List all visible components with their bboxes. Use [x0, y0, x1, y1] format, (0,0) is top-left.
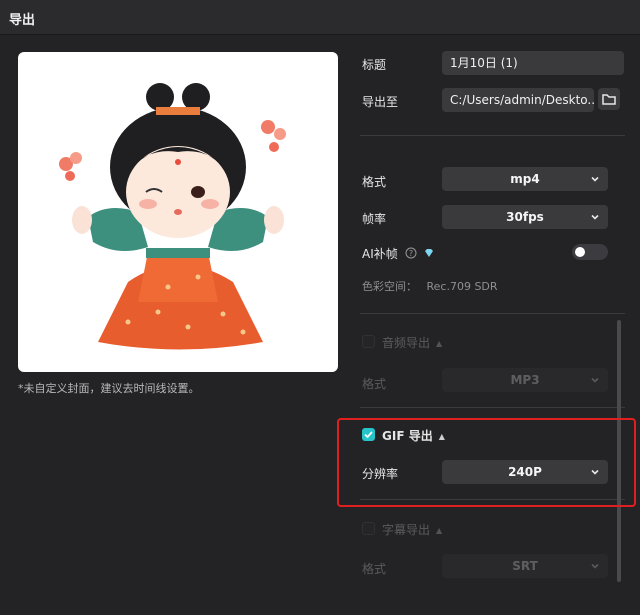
- color-space-label: 色彩空间：: [362, 280, 417, 293]
- format-select-value: mp4: [510, 172, 540, 186]
- subtitle-format-select[interactable]: SRT: [442, 554, 608, 578]
- color-space-value: Rec.709 SDR: [426, 280, 498, 293]
- subtitle-export-label: 字幕导出 ▲: [382, 521, 442, 538]
- toggle-knob: [575, 247, 585, 257]
- svg-text:?: ?: [408, 249, 412, 258]
- browse-folder-button[interactable]: [598, 88, 620, 110]
- cover-note: *未自定义封面，建议去时间线设置。: [18, 382, 200, 395]
- chevron-down-icon: [591, 563, 599, 569]
- highlight-annotation: [337, 418, 636, 507]
- audio-export-label-text: 音频导出: [382, 336, 431, 350]
- window-title: 导出: [9, 13, 36, 28]
- divider: [360, 135, 625, 136]
- audio-export-checkbox[interactable]: [362, 335, 375, 348]
- cover-preview[interactable]: [18, 52, 338, 372]
- title-bar: 导出: [0, 0, 640, 35]
- divider: [360, 313, 625, 314]
- cover-illustration: [59, 83, 286, 350]
- subtitle-format-label: 格式: [362, 562, 387, 576]
- folder-icon: [602, 94, 616, 105]
- subtitle-export-label-text: 字幕导出: [382, 523, 431, 537]
- export-path-input[interactable]: C:/Users/admin/Deskto...: [442, 88, 594, 112]
- title-input[interactable]: 1月10日 (1): [442, 51, 624, 75]
- fps-label: 帧率: [362, 212, 387, 226]
- audio-format-select-value: MP3: [510, 373, 540, 387]
- subtitle-format-select-value: SRT: [512, 559, 538, 573]
- ai-frame-label-text: AI补帧: [362, 247, 398, 261]
- diamond-vip-icon: [425, 249, 434, 257]
- ai-frame-toggle[interactable]: [572, 244, 608, 260]
- fps-select-value: 30fps: [506, 210, 544, 224]
- chevron-down-icon: [591, 214, 599, 220]
- title-label: 标题: [362, 58, 387, 72]
- fps-select[interactable]: 30fps: [442, 205, 608, 229]
- divider: [360, 407, 625, 408]
- format-label: 格式: [362, 175, 387, 189]
- caret-up-icon: ▲: [436, 339, 443, 348]
- chevron-down-icon: [591, 176, 599, 182]
- help-icon[interactable]: ?: [405, 247, 417, 259]
- format-select[interactable]: mp4: [442, 167, 608, 191]
- audio-format-label: 格式: [362, 377, 387, 391]
- color-space-row: 色彩空间： Rec.709 SDR: [362, 278, 498, 294]
- caret-up-icon: ▲: [436, 526, 443, 535]
- audio-export-label: 音频导出 ▲: [382, 334, 442, 351]
- subtitle-export-checkbox[interactable]: [362, 522, 375, 535]
- ai-frame-label: AI补帧 ?: [362, 245, 435, 262]
- audio-format-select[interactable]: MP3: [442, 368, 608, 392]
- export-to-label: 导出至: [362, 95, 399, 109]
- chevron-down-icon: [591, 377, 599, 383]
